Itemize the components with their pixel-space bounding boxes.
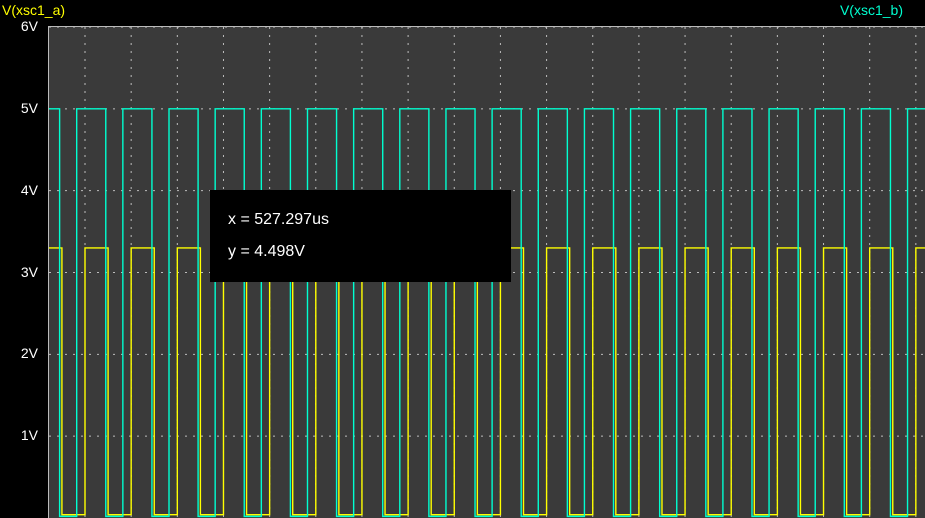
y-tick-label: 1V [21,427,38,443]
cursor-x-line: x = 527.297us [228,204,493,236]
y-tick-label: 5V [21,100,38,116]
trace-label-a: V(xsc1_a) [2,2,65,18]
y-tick-label: 6V [21,18,38,34]
cursor-y-line: y = 4.498V [228,236,493,268]
y-tick-label: 2V [21,345,38,361]
trace-label-b: V(xsc1_b) [840,2,903,18]
y-tick-label: 3V [21,264,38,280]
cursor-readout: x = 527.297us y = 4.498V [210,190,511,282]
y-tick-label: 4V [21,182,38,198]
